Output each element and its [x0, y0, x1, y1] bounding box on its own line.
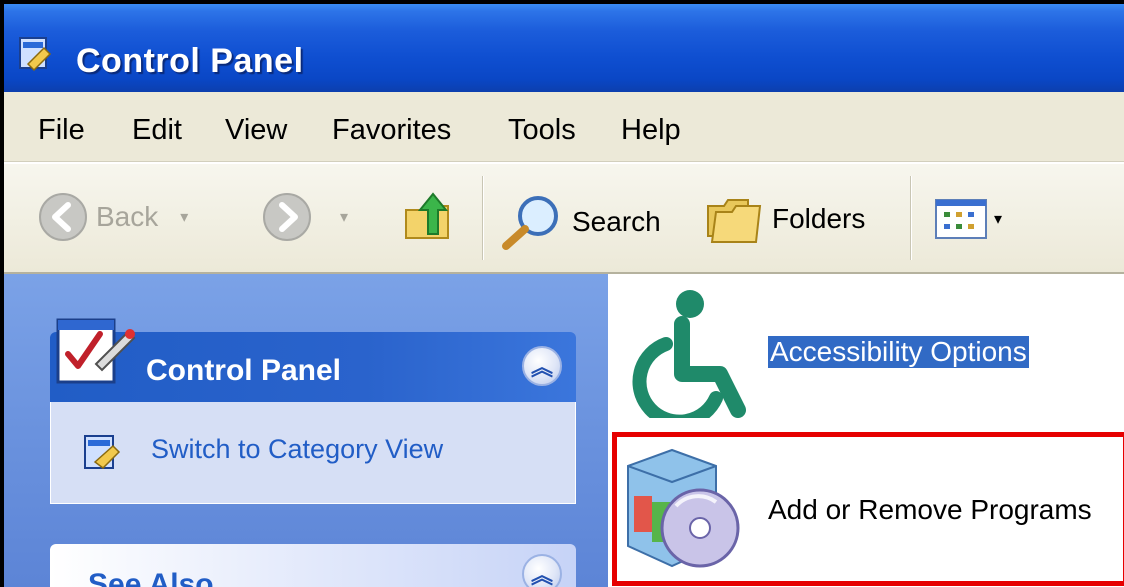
collapse-chevron-icon[interactable]: ︽: [522, 554, 562, 587]
item-accessibility-options[interactable]: Accessibility Options: [608, 274, 1124, 424]
search-icon: [502, 196, 558, 250]
folders-icon: [707, 199, 762, 243]
control-panel-section-header[interactable]: Control Panel ︽: [50, 318, 576, 402]
forward-arrow-icon: [263, 193, 311, 241]
views-dropdown-icon[interactable]: ▾: [994, 209, 1002, 229]
control-panel-checklist-icon: [56, 318, 136, 384]
menu-favorites[interactable]: Favorites: [332, 114, 451, 147]
search-button[interactable]: Search: [498, 192, 661, 252]
window-title: Control Panel: [76, 42, 304, 80]
toolbar-separator: [910, 176, 912, 260]
see-also-title: See Also: [88, 568, 214, 587]
see-also-section-header[interactable]: See Also ︽: [50, 544, 576, 587]
task-pane: Control Panel ︽ Switch to Category View …: [4, 274, 608, 587]
back-button[interactable]: Back ▾: [38, 192, 188, 242]
folders-button[interactable]: Folders: [704, 192, 865, 246]
search-label: Search: [572, 206, 661, 237]
menu-view[interactable]: View: [225, 114, 287, 147]
accessibility-icon: [632, 290, 746, 418]
menu-bar: File Edit View Favorites Tools Help: [4, 92, 1124, 162]
forward-dropdown-icon[interactable]: ▾: [340, 207, 348, 227]
toolbar-separator: [482, 176, 484, 260]
views-icon: [935, 199, 987, 239]
forward-button[interactable]: ▾: [262, 192, 348, 242]
highlight-box: [612, 432, 1124, 586]
control-panel-items: Accessibility Options Add or Remove Prog…: [608, 274, 1124, 587]
toolbar: Back ▾ ▾ Search Folders ▾: [4, 162, 1124, 274]
up-folder-icon: [405, 192, 449, 239]
up-folder-button[interactable]: [400, 188, 456, 244]
title-bar[interactable]: Control Panel: [4, 4, 1124, 92]
menu-file[interactable]: File: [38, 114, 85, 147]
accessibility-options-label: Accessibility Options: [768, 336, 1029, 368]
control-panel-section-title: Control Panel: [146, 354, 342, 387]
menu-edit[interactable]: Edit: [132, 114, 182, 147]
back-dropdown-icon[interactable]: ▾: [180, 207, 188, 227]
collapse-chevron-icon[interactable]: ︽: [522, 346, 562, 386]
control-panel-section-body: Switch to Category View: [50, 402, 576, 504]
switch-to-category-view-link[interactable]: Switch to Category View: [151, 434, 443, 465]
menu-tools[interactable]: Tools: [508, 114, 576, 147]
back-label: Back: [96, 201, 159, 232]
views-button[interactable]: ▾: [934, 198, 1002, 240]
back-arrow-icon: [39, 193, 87, 241]
control-panel-window: Control Panel File Edit View Favorites T…: [0, 0, 1124, 587]
control-panel-icon: [19, 37, 52, 72]
menu-help[interactable]: Help: [621, 114, 681, 147]
switch-view-icon: [84, 435, 121, 469]
folders-label: Folders: [772, 203, 866, 234]
